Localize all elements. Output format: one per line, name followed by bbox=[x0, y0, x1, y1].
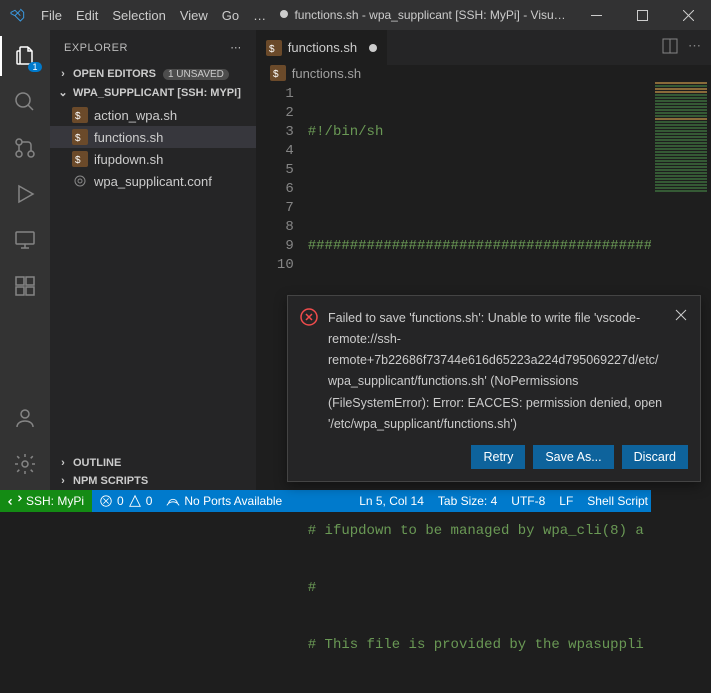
shell-file-icon: $ bbox=[72, 107, 88, 123]
activity-bar: 1 bbox=[0, 30, 50, 490]
activity-extensions[interactable] bbox=[0, 266, 50, 306]
notification-message: Failed to save 'functions.sh': Unable to… bbox=[328, 308, 664, 436]
error-icon bbox=[300, 308, 318, 436]
file-tree: $ action_wpa.sh $ functions.sh $ ifupdow… bbox=[50, 102, 256, 198]
notification-close-icon[interactable] bbox=[674, 308, 688, 436]
split-editor-icon[interactable] bbox=[662, 38, 678, 57]
minimize-button[interactable] bbox=[573, 0, 619, 30]
activity-remote-explorer[interactable] bbox=[0, 220, 50, 260]
titlebar: File Edit Selection View Go … functions.… bbox=[0, 0, 711, 30]
activity-search[interactable] bbox=[0, 82, 50, 122]
error-notification: Failed to save 'functions.sh': Unable to… bbox=[287, 295, 701, 483]
retry-button[interactable]: Retry bbox=[471, 445, 525, 469]
activity-source-control[interactable] bbox=[0, 128, 50, 168]
unsaved-badge: 1 UNSAVED bbox=[163, 69, 229, 80]
app-icon bbox=[0, 7, 34, 23]
menu-selection[interactable]: Selection bbox=[105, 4, 172, 27]
activity-explorer[interactable]: 1 bbox=[0, 36, 50, 76]
status-problems[interactable]: 0 0 bbox=[92, 490, 159, 512]
menu-view[interactable]: View bbox=[173, 4, 215, 27]
section-open-editors[interactable]: › OPEN EDITORS 1 UNSAVED bbox=[50, 65, 256, 83]
menubar: File Edit Selection View Go … bbox=[34, 4, 273, 27]
svg-text:$: $ bbox=[273, 69, 279, 80]
tab-bar: $ functions.sh ⋯ bbox=[256, 30, 711, 65]
shell-file-icon: $ bbox=[270, 65, 286, 81]
breadcrumb[interactable]: $ functions.sh bbox=[256, 65, 711, 81]
editor-tab[interactable]: $ functions.sh bbox=[256, 30, 387, 65]
activity-settings[interactable] bbox=[0, 444, 50, 484]
shell-file-icon: $ bbox=[72, 129, 88, 145]
activity-debug[interactable] bbox=[0, 174, 50, 214]
section-workspace[interactable]: ⌄ WPA_SUPPLICANT [SSH: MYPI] bbox=[50, 83, 256, 102]
file-item[interactable]: $ functions.sh bbox=[50, 126, 256, 148]
menu-overflow[interactable]: … bbox=[246, 4, 273, 27]
svg-text:$: $ bbox=[269, 44, 275, 55]
shell-file-icon: $ bbox=[72, 151, 88, 167]
editor-more-icon[interactable]: ⋯ bbox=[688, 38, 701, 57]
svg-text:$: $ bbox=[75, 155, 81, 166]
file-item[interactable]: wpa_supplicant.conf bbox=[50, 170, 256, 192]
activity-account[interactable] bbox=[0, 398, 50, 438]
explorer-sidebar: EXPLORER ⋯ › OPEN EDITORS 1 UNSAVED ⌄ WP… bbox=[50, 30, 256, 490]
status-remote[interactable]: SSH: MyPi bbox=[0, 490, 92, 512]
modified-indicator bbox=[369, 44, 377, 52]
discard-button[interactable]: Discard bbox=[622, 445, 688, 469]
close-button[interactable] bbox=[665, 0, 711, 30]
svg-text:$: $ bbox=[75, 111, 81, 122]
file-item[interactable]: $ action_wpa.sh bbox=[50, 104, 256, 126]
file-item[interactable]: $ ifupdown.sh bbox=[50, 148, 256, 170]
section-npm[interactable]: ›NPM SCRIPTS bbox=[50, 472, 256, 490]
menu-edit[interactable]: Edit bbox=[69, 4, 105, 27]
window-title: functions.sh - wpa_supplicant [SSH: MyPi… bbox=[273, 8, 573, 22]
shell-file-icon: $ bbox=[266, 40, 282, 56]
sidebar-more-icon[interactable]: ⋯ bbox=[230, 41, 242, 54]
section-outline[interactable]: ›OUTLINE bbox=[50, 454, 256, 472]
menu-go[interactable]: Go bbox=[215, 4, 246, 27]
save-as-button[interactable]: Save As... bbox=[533, 445, 613, 469]
menu-file[interactable]: File bbox=[34, 4, 69, 27]
sidebar-title: EXPLORER bbox=[64, 42, 230, 54]
config-file-icon bbox=[72, 173, 88, 189]
explorer-badge: 1 bbox=[28, 62, 42, 72]
svg-text:$: $ bbox=[75, 133, 81, 144]
maximize-button[interactable] bbox=[619, 0, 665, 30]
